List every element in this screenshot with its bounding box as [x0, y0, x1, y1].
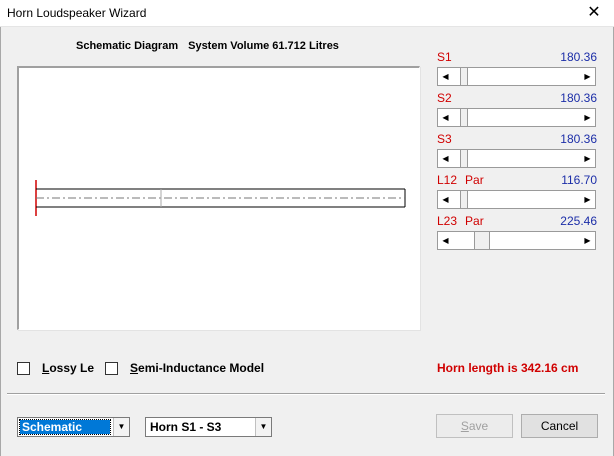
scroll-left-icon[interactable]: ◀: [438, 109, 453, 126]
param-s1-scrollbar[interactable]: ◀ ▶: [437, 67, 596, 86]
save-button[interactable]: Save: [436, 414, 513, 438]
scroll-thumb[interactable]: [460, 191, 468, 208]
horn-range-combo[interactable]: Horn S1 - S3 ▼: [145, 417, 272, 437]
checkbox-box[interactable]: [17, 361, 30, 375]
param-s1-value: 180.36: [560, 50, 597, 64]
horn-range-selected: Horn S1 - S3: [150, 420, 222, 434]
param-s2-scrollbar[interactable]: ◀ ▶: [437, 108, 596, 127]
schematic-diagram-panel: [17, 66, 420, 330]
scroll-right-icon[interactable]: ▶: [580, 232, 595, 249]
param-s3-value: 180.36: [560, 132, 597, 146]
scroll-left-icon[interactable]: ◀: [438, 150, 453, 167]
scroll-left-icon[interactable]: ◀: [438, 191, 453, 208]
window-title: Horn Loudspeaker Wizard: [7, 6, 147, 20]
scroll-thumb[interactable]: [460, 68, 468, 85]
scroll-thumb[interactable]: [460, 109, 468, 126]
scroll-right-icon[interactable]: ▶: [580, 150, 595, 167]
param-l12-value: 116.70: [561, 173, 597, 187]
view-mode-selected: Schematic: [19, 419, 111, 435]
diagram-title: Schematic Diagram: [76, 40, 179, 52]
view-mode-combo[interactable]: Schematic ▼: [17, 417, 130, 437]
lossy-le-checkbox[interactable]: Lossy Le: [17, 361, 94, 375]
param-s2-label: S2: [437, 91, 452, 105]
param-l23-value: 225.46: [560, 214, 597, 228]
scroll-thumb[interactable]: [474, 232, 490, 249]
scroll-left-icon[interactable]: ◀: [438, 68, 453, 85]
lossy-le-label: Lossy Le: [42, 361, 95, 375]
title-bar: Horn Loudspeaker Wizard ✕: [0, 0, 614, 27]
param-s3-label: S3: [437, 132, 452, 146]
semi-inductance-checkbox[interactable]: Semi-Inductance Model: [105, 361, 264, 375]
param-l12-scrollbar[interactable]: ◀ ▶: [437, 190, 596, 209]
param-s1-label: S1: [437, 50, 452, 64]
diagram-heading: Schematic Diagram System Volume 61.712 Li…: [76, 40, 339, 52]
scroll-right-icon[interactable]: ▶: [580, 68, 595, 85]
horn-length-status: Horn length is 342.16 cm: [437, 361, 579, 375]
close-icon[interactable]: ✕: [574, 0, 614, 27]
param-l23-scrollbar[interactable]: ◀ ▶: [437, 231, 596, 250]
system-volume-label: System Volume 61.712 Litres: [188, 40, 339, 52]
scroll-right-icon[interactable]: ▶: [580, 191, 595, 208]
param-s2-value: 180.36: [560, 91, 597, 105]
param-l23-label: L23 Par: [437, 214, 484, 228]
checkbox-box[interactable]: [105, 361, 118, 375]
schematic-drawing: [35, 180, 406, 216]
semi-inductance-label: Semi-Inductance Model: [130, 361, 265, 375]
window-border-left: [0, 27, 1, 456]
param-l12-label: L12 Par: [437, 173, 484, 187]
scroll-right-icon[interactable]: ▶: [580, 109, 595, 126]
chevron-down-icon[interactable]: ▼: [255, 418, 271, 436]
cancel-button[interactable]: Cancel: [521, 414, 598, 438]
param-s3-scrollbar[interactable]: ◀ ▶: [437, 149, 596, 168]
scroll-left-icon[interactable]: ◀: [438, 232, 453, 249]
chevron-down-icon[interactable]: ▼: [113, 418, 129, 436]
separator: [7, 393, 605, 395]
scroll-thumb[interactable]: [460, 150, 468, 167]
